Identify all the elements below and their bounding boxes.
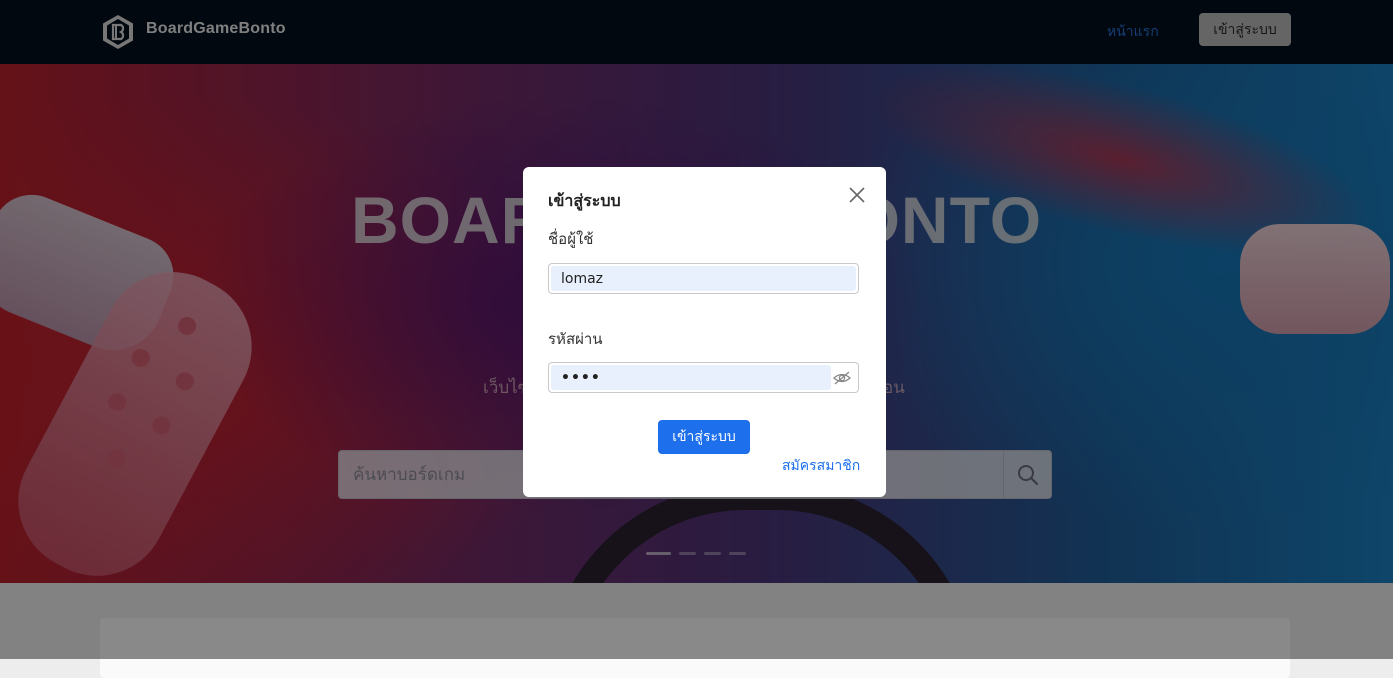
register-link[interactable]: สมัครสมาชิก [782, 455, 860, 477]
password-field [548, 362, 859, 393]
username-input[interactable] [551, 266, 856, 291]
modal-title: เข้าสู่ระบบ [548, 191, 621, 210]
password-label: รหัสผ่าน [548, 330, 603, 348]
close-icon[interactable] [847, 185, 867, 205]
login-modal: เข้าสู่ระบบ ชื่อผู้ใช้ รหัสผ่าน เข้าสู่ร… [523, 167, 886, 497]
login-submit-button[interactable]: เข้าสู่ระบบ [658, 420, 750, 454]
password-input[interactable] [551, 365, 831, 390]
eye-off-icon[interactable] [832, 368, 852, 388]
username-field [548, 263, 859, 294]
username-label: ชื่อผู้ใช้ [548, 230, 594, 248]
